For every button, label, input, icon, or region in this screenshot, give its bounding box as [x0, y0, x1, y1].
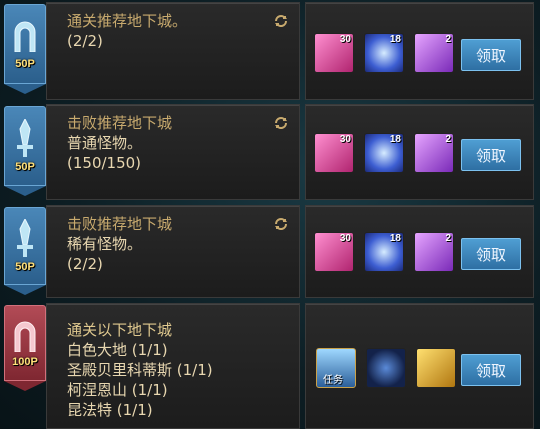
task-description-panel: 击败推荐地下城 普通怪物。 (150/150) [46, 104, 300, 200]
task-title: 击败推荐地下城 [67, 215, 173, 233]
refresh-icon[interactable] [273, 115, 289, 131]
refresh-icon[interactable] [273, 13, 289, 29]
points-badge: 100P [4, 305, 46, 391]
task-description-panel: 通关推荐地下城。 (2/2) [46, 2, 300, 100]
quest-scroll-icon[interactable]: 任务 [316, 348, 356, 388]
points-badge: 50P [4, 207, 46, 295]
task-progress: (2/2) [67, 255, 103, 273]
refresh-icon[interactable] [273, 216, 289, 232]
points-badge: 50P [4, 4, 46, 94]
points-badge: 50P [4, 106, 46, 196]
task-text: 击败推荐地下城 普通怪物。 (150/150) [67, 113, 172, 173]
dungeon-line: 昆法特 (1/1) [67, 401, 153, 419]
task-title: 通关以下地下城 [67, 321, 173, 339]
task-text: 击败推荐地下城 稀有怪物。 (2/2) [67, 214, 172, 274]
task-title: 通关推荐地下城。 [67, 12, 188, 30]
purple-box-icon[interactable]: 2 [414, 232, 454, 272]
arch-icon [14, 321, 36, 352]
arch-icon [14, 21, 36, 52]
item-count: 18 [389, 134, 401, 145]
points-value: 100P [12, 356, 38, 368]
item-count: 30 [339, 134, 351, 145]
task-subtitle: 稀有怪物。 [67, 235, 143, 253]
pink-ticket-icon[interactable]: 30 [314, 33, 354, 73]
purple-box-icon[interactable]: 2 [414, 33, 454, 73]
claim-button[interactable]: 领取 [461, 238, 521, 270]
task-row: 50P 击败推荐地下城 稀有怪物。 (2/2) 30 18 2 领取 [0, 205, 540, 298]
task-text: 通关以下地下城 白色大地 (1/1) 圣殿贝里科蒂斯 (1/1) 柯涅恩山 (1… [67, 320, 213, 420]
item-label: 任务 [323, 375, 343, 386]
gold-anvil-icon[interactable] [416, 348, 456, 388]
task-row: 50P 通关推荐地下城。 (2/2) 30 18 2 领取 [0, 2, 540, 100]
reward-panel: 30 18 2 领取 [305, 104, 534, 200]
task-title: 击败推荐地下城 [67, 114, 173, 132]
sword-icon [17, 119, 33, 157]
task-text: 通关推荐地下城。 (2/2) [67, 11, 187, 51]
points-value: 50P [15, 261, 35, 273]
item-count: 2 [445, 134, 451, 145]
task-row: 50P 击败推荐地下城 普通怪物。 (150/150) 30 18 2 领取 [0, 104, 540, 200]
reward-panel: 任务 领取 [305, 303, 534, 429]
purple-box-icon[interactable]: 2 [414, 133, 454, 173]
blue-crystal-icon[interactable]: 18 [364, 33, 404, 73]
task-progress: (150/150) [67, 154, 142, 172]
dungeon-line: 柯涅恩山 (1/1) [67, 381, 168, 399]
reward-panel: 30 18 2 领取 [305, 2, 534, 100]
item-count: 18 [389, 34, 401, 45]
pink-ticket-icon[interactable]: 30 [314, 232, 354, 272]
task-row: 100P 通关以下地下城 白色大地 (1/1) 圣殿贝里科蒂斯 (1/1) 柯涅… [0, 303, 540, 429]
sword-icon [17, 219, 33, 257]
claim-button[interactable]: 领取 [461, 354, 521, 386]
claim-button[interactable]: 领取 [461, 139, 521, 171]
dungeon-line: 圣殿贝里科蒂斯 (1/1) [67, 361, 213, 379]
points-value: 50P [15, 58, 35, 70]
blue-crystal-icon[interactable]: 18 [364, 232, 404, 272]
task-description-panel: 击败推荐地下城 稀有怪物。 (2/2) [46, 205, 300, 298]
item-count: 2 [445, 34, 451, 45]
task-progress: (2/2) [67, 32, 103, 50]
reward-panel: 30 18 2 领取 [305, 205, 534, 298]
points-value: 50P [15, 161, 35, 173]
item-count: 2 [445, 233, 451, 244]
blue-crystal-icon[interactable]: 18 [364, 133, 404, 173]
task-subtitle: 普通怪物。 [67, 134, 143, 152]
pink-ticket-icon[interactable]: 30 [314, 133, 354, 173]
item-count: 30 [339, 233, 351, 244]
item-count: 18 [389, 233, 401, 244]
dungeon-line: 白色大地 (1/1) [67, 341, 168, 359]
item-count: 30 [339, 34, 351, 45]
task-description-panel: 通关以下地下城 白色大地 (1/1) 圣殿贝里科蒂斯 (1/1) 柯涅恩山 (1… [46, 303, 300, 429]
claim-button[interactable]: 领取 [461, 39, 521, 71]
dark-chest-icon[interactable] [366, 348, 406, 388]
